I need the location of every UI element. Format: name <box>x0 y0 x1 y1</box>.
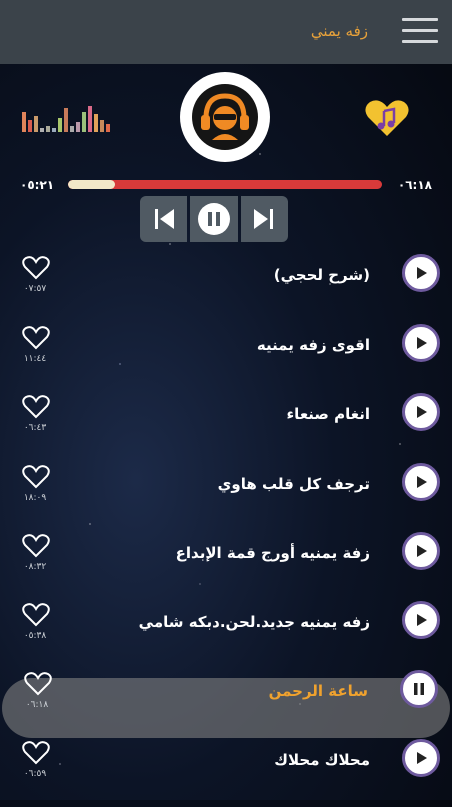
track-title: ترجف كل قلب هاوي <box>217 475 370 493</box>
track-row[interactable]: ١٨:٠٩ ترجف كل قلب هاوي <box>0 463 452 531</box>
play-icon <box>417 406 427 418</box>
track-play-button[interactable] <box>402 532 440 570</box>
track-title: انغام صنعاء <box>286 405 370 423</box>
skip-previous-icon <box>154 209 174 229</box>
track-play-button[interactable] <box>402 463 440 501</box>
play-icon <box>417 476 427 488</box>
track-row[interactable]: ٠٦:٤٣ انغام صنعاء <box>0 393 452 461</box>
heart-outline-icon[interactable] <box>22 534 50 558</box>
track-duration: ٠٦:١٨ <box>25 700 49 710</box>
equalizer-icon <box>22 104 110 132</box>
track-row[interactable]: ١١:٤٤ اقوى زفه يمنيه <box>0 324 452 392</box>
seek-bar[interactable] <box>68 180 382 189</box>
heart-outline-icon[interactable] <box>22 741 50 765</box>
play-icon <box>417 614 427 626</box>
track-duration: ٠٦:٤٣ <box>23 423 47 433</box>
track-row[interactable]: ٠٦:١٨ ساعة الرحمن <box>2 670 450 738</box>
app-logo <box>180 72 270 162</box>
track-play-button[interactable] <box>402 254 440 292</box>
heart-outline-icon[interactable] <box>22 395 50 419</box>
track-pause-button[interactable] <box>400 670 438 708</box>
play-icon <box>417 337 427 349</box>
heart-outline-icon[interactable] <box>22 465 50 489</box>
headphones-person-icon <box>201 93 249 140</box>
seek-bar-fill <box>68 180 116 189</box>
track-duration: ٠٨:٣٢ <box>23 562 47 572</box>
skip-next-button[interactable] <box>240 196 288 242</box>
track-title: زفة يمنيه أورج قمة الإبداع <box>175 544 370 562</box>
track-duration: ١١:٤٤ <box>23 354 47 364</box>
heart-outline-icon[interactable] <box>22 326 50 350</box>
hamburger-menu-icon[interactable] <box>402 18 438 46</box>
track-play-button[interactable] <box>402 324 440 362</box>
heart-music-note-icon[interactable] <box>364 98 410 138</box>
elapsed-time: ٠٥:٢١ <box>20 178 55 192</box>
track-row[interactable]: ٠٥:٣٨ زفه يمنيه جديد.لحن.دبكه شامي <box>0 601 452 669</box>
track-play-button[interactable] <box>402 393 440 431</box>
track-title: (شرح لحجي) <box>273 266 370 284</box>
track-duration: ١٨:٠٩ <box>23 493 47 503</box>
pause-icon <box>414 683 424 695</box>
track-row[interactable]: ٠٨:٣٢ زفة يمنيه أورج قمة الإبداع <box>0 532 452 600</box>
track-play-button[interactable] <box>402 739 440 777</box>
track-title: ساعة الرحمن <box>268 682 368 700</box>
heart-outline-icon[interactable] <box>24 672 52 696</box>
track-row[interactable]: ٠٧:٥٧ (شرح لحجي) <box>0 254 452 322</box>
play-icon <box>417 267 427 279</box>
track-duration: ٠٥:٣٨ <box>23 631 47 641</box>
playback-controls <box>140 196 288 242</box>
skip-next-icon <box>254 209 274 229</box>
app-title: زفه يمني <box>310 22 368 40</box>
track-title: زفه يمنيه جديد.لحن.دبكه شامي <box>138 613 370 631</box>
skip-previous-button[interactable] <box>140 196 188 242</box>
heart-outline-icon[interactable] <box>22 256 50 280</box>
track-duration: ٠٦:٥٩ <box>23 769 47 779</box>
total-time: ٠٦:١٨ <box>397 178 432 192</box>
app-bar: زفه يمني <box>0 0 452 64</box>
track-title: اقوى زفه يمنيه <box>256 336 370 354</box>
track-play-button[interactable] <box>402 601 440 639</box>
heart-outline-icon[interactable] <box>22 603 50 627</box>
play-icon <box>417 752 427 764</box>
pause-button[interactable] <box>190 196 238 242</box>
track-duration: ٠٧:٥٧ <box>23 284 47 294</box>
pause-icon <box>197 203 230 235</box>
track-row[interactable]: ٠٦:٥٩ محلاك محلاك <box>0 739 452 807</box>
play-icon <box>417 545 427 557</box>
track-title: محلاك محلاك <box>274 751 370 769</box>
